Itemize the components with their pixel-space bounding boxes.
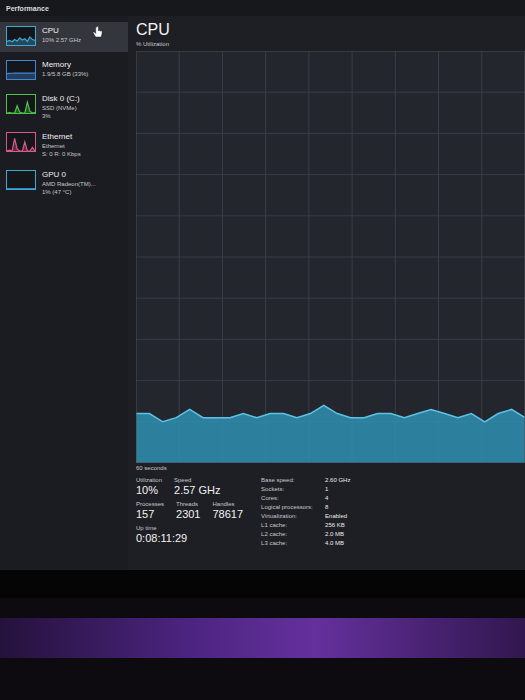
sidebar-item-name: Memory — [42, 60, 88, 70]
spec-row: L2 cache:2.0 MB — [261, 530, 350, 539]
hand-cursor-icon — [92, 26, 103, 39]
time-axis-label: 60 seconds — [136, 463, 525, 473]
sidebar-item-detail: 1.9/5.8 GB (33%) — [42, 70, 88, 78]
cpu-specs: Base speed:2.60 GHzSockets:1Cores:4Logic… — [261, 476, 350, 548]
sidebar-item[interactable]: EthernetEthernetS: 0 R: 0 Kbps — [0, 128, 128, 162]
spec-row: Virtualization:Enabled — [261, 512, 350, 521]
sidebar: CPU10% 2.57 GHz Memory1.9/5.8 GB (33%) Dis… — [0, 16, 128, 570]
sidebar-item-name: Disk 0 (C:) — [42, 94, 80, 104]
sidebar-item-detail: Ethernet — [42, 142, 81, 150]
sidebar-item-name: Ethernet — [42, 132, 81, 142]
spec-row: Sockets:1 — [261, 485, 350, 494]
sidebar-item-detail: 1% (47 °C) — [42, 188, 96, 196]
sidebar-item-name: CPU — [42, 26, 81, 36]
mini-graph — [6, 170, 36, 190]
sidebar-item[interactable]: Memory1.9/5.8 GB (33%) — [0, 56, 128, 86]
cpu-panel: CPU% Utilization 60 seconds Utilization10%… — [128, 16, 525, 570]
title-bar: Performance — [0, 0, 525, 16]
spec-row: Logical processors:8 — [261, 503, 350, 512]
mini-graph — [6, 26, 36, 46]
stat: Processes157 — [136, 500, 164, 521]
sidebar-item-name: GPU 0 — [42, 170, 96, 180]
task-manager-window: PerformanceCPU10% 2.57 GHzMemory1.9/5.8 … — [0, 0, 525, 570]
axis-label: % Utilization — [136, 40, 525, 49]
sidebar-item-detail: SSD (NVMe) — [42, 104, 80, 112]
sidebar-item[interactable]: Disk 0 (C:)SSD (NVMe)3% — [0, 90, 128, 124]
cpu-chart — [136, 51, 525, 463]
photo: PerformanceCPU10% 2.57 GHzMemory1.9/5.8 … — [0, 0, 525, 700]
window-title: Performance — [6, 5, 49, 12]
sidebar-item[interactable]: CPU10% 2.57 GHz — [0, 22, 128, 52]
sidebar-item-detail: AMD Radeon(TM)... — [42, 180, 96, 188]
purple-light — [0, 618, 525, 658]
spec-row: L1 cache:256 KB — [261, 521, 350, 530]
stat: Threads2301 — [176, 500, 200, 521]
mini-graph — [6, 132, 36, 152]
stat: Speed2.57 GHz — [174, 476, 220, 497]
spec-row: Cores:4 — [261, 494, 350, 503]
room-background — [0, 598, 525, 700]
sidebar-item-detail: 3% — [42, 112, 80, 120]
monitor-bezel — [0, 570, 525, 598]
sidebar-item-detail: 10% 2.57 GHz — [42, 36, 81, 44]
stat: Utilization10% — [136, 476, 162, 497]
mini-graph — [6, 60, 36, 80]
live-stats: Utilization10% Speed2.57 GHz Processes157 T… — [136, 476, 243, 548]
spec-row: Base speed:2.60 GHz — [261, 476, 350, 485]
stat: Up time0:08:11:29 — [136, 524, 187, 545]
stat: Handles78617 — [213, 500, 244, 521]
mini-graph — [6, 94, 36, 114]
spec-row: L3 cache:4.0 MB — [261, 539, 350, 548]
sidebar-item[interactable]: GPU 0AMD Radeon(TM)...1% (47 °C) — [0, 166, 128, 200]
sidebar-item-detail: S: 0 R: 0 Kbps — [42, 150, 81, 158]
panel-title: CPU — [136, 20, 525, 40]
